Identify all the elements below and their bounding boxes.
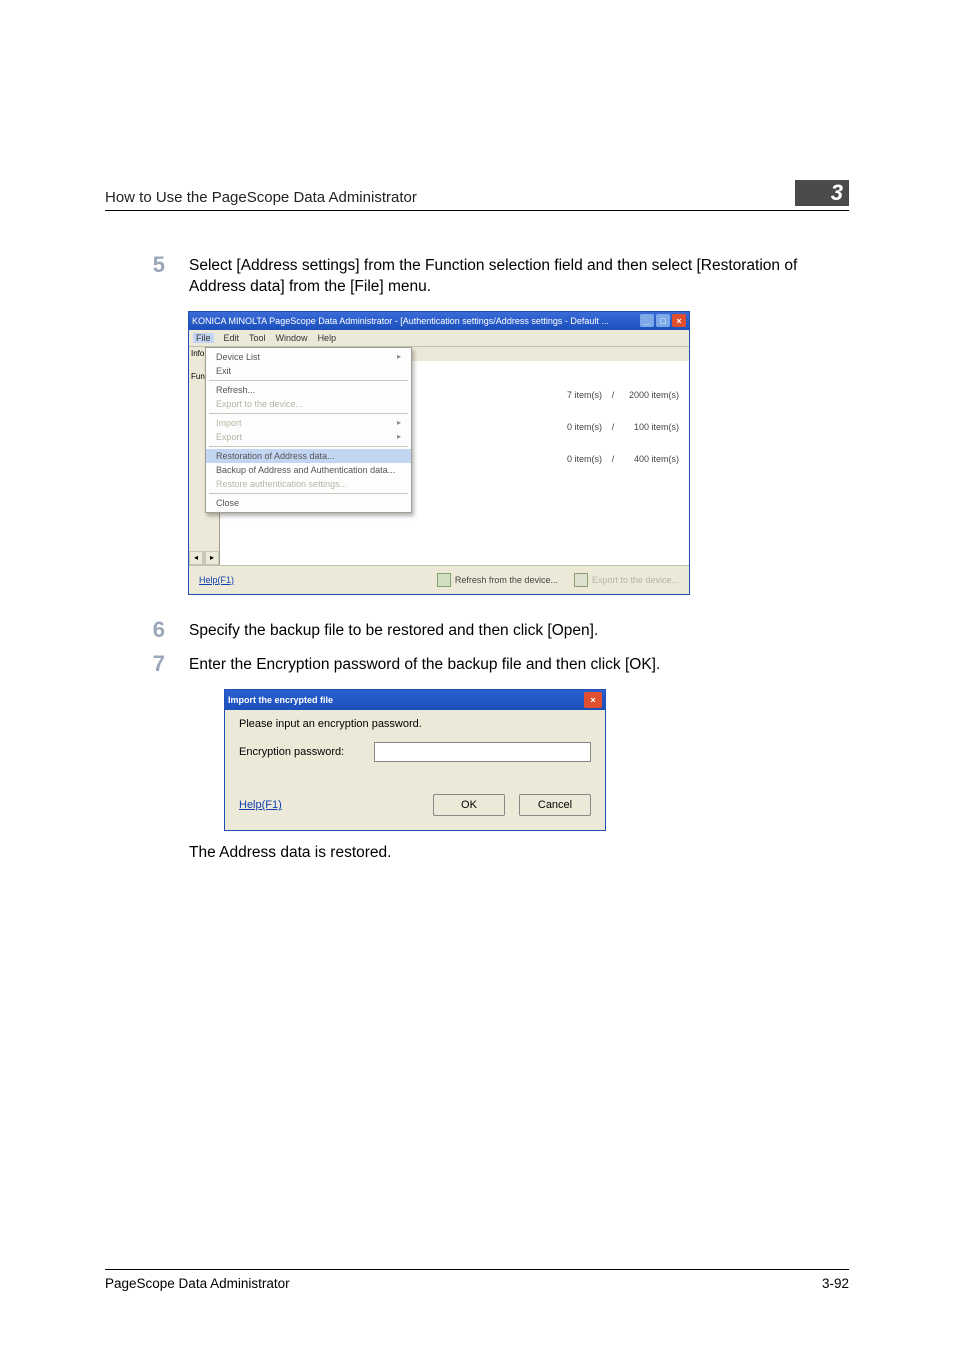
dialog-message: Please input an encryption password. (239, 718, 591, 730)
help-link[interactable]: Help(F1) (199, 575, 234, 585)
file-menu-dropdown: Device List▸ Exit Refresh... Export to t… (205, 347, 412, 513)
encryption-password-input[interactable] (374, 742, 591, 762)
step-number: 7 (105, 652, 189, 676)
scroll-left-icon[interactable]: ◂ (189, 551, 203, 565)
menu-bar: File Edit Tool Window Help (189, 330, 689, 347)
close-icon[interactable]: × (672, 314, 686, 327)
menu-item-exit[interactable]: Exit (206, 364, 411, 378)
row-count: 0 item(s) (554, 454, 602, 464)
menu-item-restoration-address[interactable]: Restoration of Address data... (206, 449, 411, 463)
step-number: 5 (105, 253, 189, 298)
row-max: 400 item(s) (624, 454, 679, 464)
dialog-title: Import the encrypted file (228, 695, 584, 705)
step-text: Specify the backup file to be restored a… (189, 618, 849, 642)
row-slash: / (608, 454, 618, 464)
menu-file[interactable]: File (193, 333, 214, 343)
help-link[interactable]: Help(F1) (239, 799, 282, 811)
menu-item-backup-address[interactable]: Backup of Address and Authentication dat… (206, 463, 411, 477)
refresh-from-device-button[interactable]: Refresh from the device... (437, 573, 558, 587)
ok-button[interactable]: OK (433, 794, 505, 816)
minimize-icon[interactable]: _ (640, 314, 654, 327)
chapter-number-badge: 3 (795, 180, 849, 206)
screenshot-app-window: KONICA MINOLTA PageScope Data Administra… (189, 312, 689, 594)
close-icon[interactable]: × (584, 692, 602, 708)
export-to-device-button: Export to the device... (574, 573, 679, 587)
menu-item-close[interactable]: Close (206, 496, 411, 510)
step-text: Enter the Encryption password of the bac… (189, 652, 849, 676)
row-max: 100 item(s) (624, 422, 679, 432)
menu-window[interactable]: Window (276, 333, 308, 343)
row-slash: / (608, 390, 618, 400)
page-header-title: How to Use the PageScope Data Administra… (105, 189, 785, 206)
menu-item-refresh[interactable]: Refresh... (206, 383, 411, 397)
scroll-right-icon[interactable]: ▸ (205, 551, 219, 565)
footer-page-number: 3-92 (822, 1276, 849, 1291)
menu-item-device-list[interactable]: Device List▸ (206, 350, 411, 364)
menu-edit[interactable]: Edit (224, 333, 240, 343)
dialog-titlebar: Import the encrypted file × (225, 690, 605, 710)
window-footer: Help(F1) Refresh from the device... Expo… (189, 565, 689, 594)
export-icon (574, 573, 588, 587)
maximize-icon[interactable]: □ (656, 314, 670, 327)
row-slash: / (608, 422, 618, 432)
window-titlebar: KONICA MINOLTA PageScope Data Administra… (189, 312, 689, 330)
body-paragraph: The Address data is restored. (189, 844, 849, 862)
submenu-arrow-icon: ▸ (397, 352, 401, 361)
row-count: 7 item(s) (554, 390, 602, 400)
menu-help[interactable]: Help (318, 333, 337, 343)
menu-item-import: Import▸ (206, 416, 411, 430)
menu-item-export: Export▸ (206, 430, 411, 444)
menu-item-restore-auth: Restore authentication settings... (206, 477, 411, 491)
cancel-button[interactable]: Cancel (519, 794, 591, 816)
menu-item-export-device: Export to the device... (206, 397, 411, 411)
row-max: 2000 item(s) (624, 390, 679, 400)
row-count: 0 item(s) (554, 422, 602, 432)
refresh-icon (437, 573, 451, 587)
submenu-arrow-icon: ▸ (397, 432, 401, 441)
window-title: KONICA MINOLTA PageScope Data Administra… (192, 316, 640, 326)
step-number: 6 (105, 618, 189, 642)
encryption-password-label: Encryption password: (239, 746, 374, 758)
step-text: Select [Address settings] from the Funct… (189, 253, 849, 298)
footer-product: PageScope Data Administrator (105, 1276, 822, 1291)
screenshot-dialog: Import the encrypted file × Please input… (225, 690, 605, 830)
submenu-arrow-icon: ▸ (397, 418, 401, 427)
menu-tool[interactable]: Tool (249, 333, 266, 343)
